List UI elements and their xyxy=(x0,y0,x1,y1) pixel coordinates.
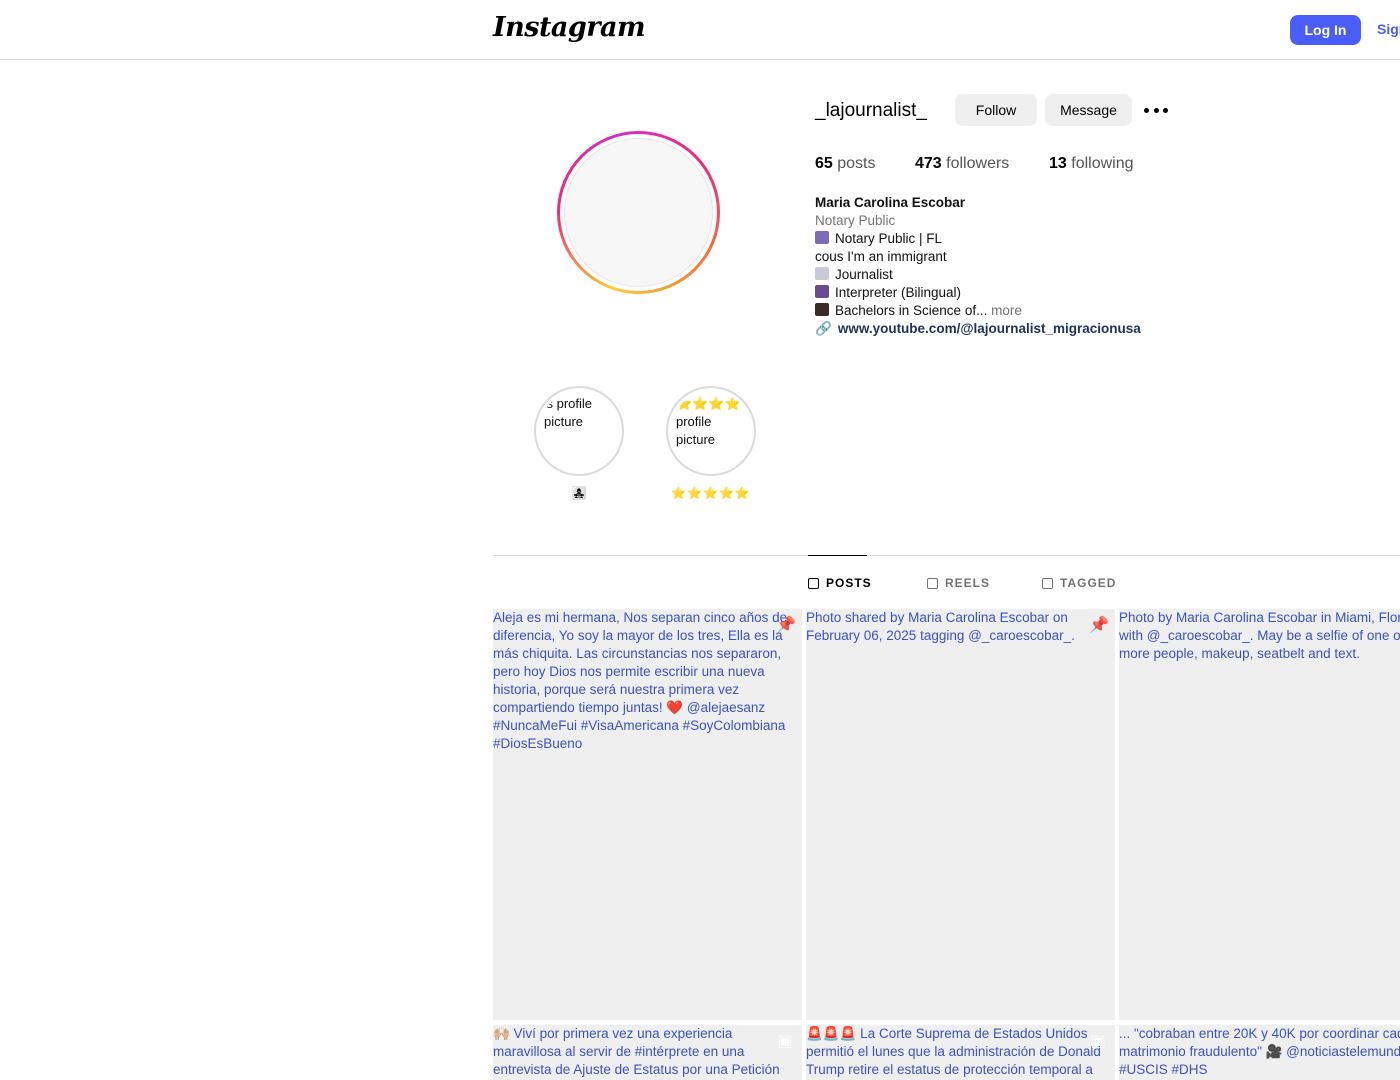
highlight-2-label[interactable]: ⭐⭐⭐⭐⭐ xyxy=(666,486,756,500)
profile-bio: Maria Carolina Escobar Notary Public Not… xyxy=(815,194,1141,338)
avatar xyxy=(564,138,713,287)
following-count-value: 13 xyxy=(1049,155,1067,172)
post-alt-text: 🚨🚨🚨 La Corte Suprema de Estados Unidos p… xyxy=(806,1026,1101,1077)
newspaper-emoji-icon xyxy=(815,267,829,280)
post-tile[interactable]: Photo shared by Maria Carolina Escobar o… xyxy=(806,609,1115,1020)
highlight-1-label[interactable]: 👩‍👧‍👧 xyxy=(534,486,624,500)
followers-count[interactable]: 473 followers xyxy=(915,155,1009,173)
followers-count-label: followers xyxy=(946,155,1010,172)
pin-icon: 📌 xyxy=(1089,617,1109,634)
graduate-emoji-icon xyxy=(815,303,829,316)
profile-full-name: Maria Carolina Escobar xyxy=(815,195,966,210)
more-options-icon[interactable] xyxy=(1144,100,1168,120)
bio-line: Bachelors in Science of... more xyxy=(815,302,1141,320)
bio-line: Journalist xyxy=(815,266,1141,284)
tabs-divider xyxy=(493,555,1400,556)
tab-posts[interactable]: POSTS xyxy=(808,576,872,590)
top-bar: Instagram Log In Sign Up xyxy=(0,0,1400,60)
tab-reels[interactable]: REELS xyxy=(927,576,990,590)
reel-icon: ▣ xyxy=(777,1033,793,1050)
bio-line: Interpreter (Bilingual) xyxy=(815,284,1141,302)
followers-count-value: 473 xyxy=(915,155,942,172)
notary-emoji-icon xyxy=(815,231,829,244)
following-count-label: following xyxy=(1071,155,1134,172)
post-alt-text: Aleja es mi hermana, Nos separan cinco a… xyxy=(493,610,788,751)
link-icon: 🔗 xyxy=(815,321,832,336)
post-tile[interactable]: 🙌🏼 Viví por primera vez una experiencia … xyxy=(493,1025,802,1080)
signup-link[interactable]: Sign Up xyxy=(1377,21,1400,37)
profile-avatar-ring[interactable] xyxy=(557,131,720,294)
tagged-icon xyxy=(1042,577,1053,589)
profile-category: Notary Public xyxy=(815,213,896,228)
grid-icon xyxy=(808,577,819,589)
post-alt-text: ... "cobraban entre 20K y 40K por coordi… xyxy=(1119,1026,1400,1077)
tab-tagged[interactable]: TAGGED xyxy=(1042,576,1116,590)
post-tile[interactable]: 🚨🚨🚨 La Corte Suprema de Estados Unidos p… xyxy=(806,1025,1115,1080)
follow-button[interactable]: Follow xyxy=(955,94,1037,126)
post-alt-text: Photo shared by Maria Carolina Escobar o… xyxy=(806,610,1075,643)
instagram-logo[interactable]: Instagram xyxy=(493,12,646,43)
profile-link[interactable]: 🔗 www.youtube.com/@lajournalist_migracion… xyxy=(815,320,1141,338)
message-button[interactable]: Message xyxy=(1045,94,1132,126)
posts-count-value: 65 xyxy=(815,155,833,172)
posts-count-label: posts xyxy=(837,155,876,172)
posts-count: 65 posts xyxy=(815,155,876,173)
pin-icon: 📌 xyxy=(776,617,796,634)
post-alt-text: Photo by Maria Carolina Escobar in Miami… xyxy=(1119,610,1400,661)
post-alt-text: 🙌🏼 Viví por primera vez una experiencia … xyxy=(493,1026,780,1077)
post-tile[interactable]: Photo by Maria Carolina Escobar in Miami… xyxy=(1119,609,1400,1020)
post-tile[interactable]: Aleja es mi hermana, Nos separan cinco a… xyxy=(493,609,802,1020)
post-tile[interactable]: ... "cobraban entre 20K y 40K por coordi… xyxy=(1119,1025,1400,1080)
bio-more-link[interactable]: more xyxy=(991,303,1022,318)
profile-username: _lajournalist_ xyxy=(815,100,927,121)
highlight-2[interactable]: ⭐⭐⭐⭐ profile picture xyxy=(666,386,756,476)
active-tab-indicator xyxy=(808,555,867,556)
speaking-head-emoji-icon xyxy=(815,285,829,298)
highlight-1[interactable]: 's profile picture xyxy=(534,386,624,476)
highlight-1-image: 's profile picture xyxy=(539,391,619,471)
following-count[interactable]: 13 following xyxy=(1049,155,1134,173)
reel-icon: ▣ xyxy=(1090,1033,1106,1050)
bio-line: cous I'm an immigrant xyxy=(815,249,947,264)
login-button[interactable]: Log In xyxy=(1290,15,1361,45)
bio-line: Notary Public | FL xyxy=(815,230,1141,248)
highlight-2-image: ⭐⭐⭐⭐ profile picture xyxy=(671,391,751,471)
reels-icon xyxy=(927,577,938,589)
